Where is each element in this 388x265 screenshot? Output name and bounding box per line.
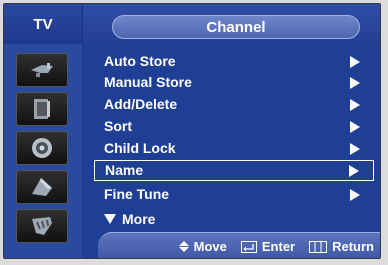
arrow-right-icon [350, 143, 360, 155]
menu-item-label: Manual Store [104, 74, 192, 90]
menu-item-name[interactable]: Name [94, 160, 374, 181]
menu-item-label: Sort [104, 118, 132, 134]
input-icon [32, 217, 52, 235]
tv-label: TV [4, 4, 83, 44]
more-label: More [122, 211, 156, 227]
menu-item-child-lock[interactable]: Child Lock [94, 138, 374, 159]
sidebar-item-picture[interactable] [16, 92, 68, 126]
more-item[interactable]: More [94, 209, 294, 230]
move-hint: Move [178, 239, 227, 254]
sidebar-item-input[interactable] [16, 209, 68, 243]
speaker-icon [32, 138, 52, 158]
arrow-right-icon [350, 77, 360, 89]
return-icon [309, 240, 328, 253]
sidebar-item-sound[interactable] [16, 131, 68, 165]
page-title: Channel [112, 15, 360, 39]
arrow-right-icon [350, 121, 360, 133]
menu-item-label: Fine Tune [104, 186, 170, 202]
enter-icon [240, 240, 257, 253]
arrow-right-icon [349, 165, 359, 177]
menu-item-fine-tune[interactable]: Fine Tune [94, 184, 374, 205]
menu-item-label: Child Lock [104, 140, 176, 156]
setup-icon [32, 178, 52, 196]
return-hint: Return [309, 239, 374, 254]
menu-list: Auto Store Manual Store Add/Delete Sort … [94, 44, 376, 258]
arrow-down-icon [104, 214, 116, 225]
osd-window: TV Channel Auto Store Manual Store Add/D… [3, 3, 381, 259]
menu-item-sort[interactable]: Sort [94, 116, 374, 137]
menu-item-add-delete[interactable]: Add/Delete [94, 94, 374, 115]
move-label: Move [193, 239, 227, 254]
menu-item-auto-store[interactable]: Auto Store [94, 51, 374, 72]
menu-item-manual-store[interactable]: Manual Store [94, 72, 374, 93]
arrow-right-icon [350, 56, 360, 68]
sidebar [4, 44, 82, 258]
menu-item-label: Add/Delete [104, 96, 178, 112]
sidebar-item-setup[interactable] [16, 170, 68, 204]
antenna-icon [31, 63, 53, 77]
enter-label: Enter [261, 239, 296, 254]
sidebar-item-channel[interactable] [16, 53, 68, 87]
arrow-right-icon [350, 189, 360, 201]
display-icon [34, 99, 50, 119]
menu-item-label: Auto Store [104, 53, 176, 69]
up-down-icon [178, 241, 189, 252]
menu-item-label: Name [105, 162, 144, 178]
header-bar: TV Channel [4, 4, 380, 44]
return-label: Return [332, 239, 374, 254]
footer-hints: Move Enter Return [98, 232, 380, 258]
arrow-right-icon [350, 99, 360, 111]
enter-hint: Enter [240, 239, 296, 254]
